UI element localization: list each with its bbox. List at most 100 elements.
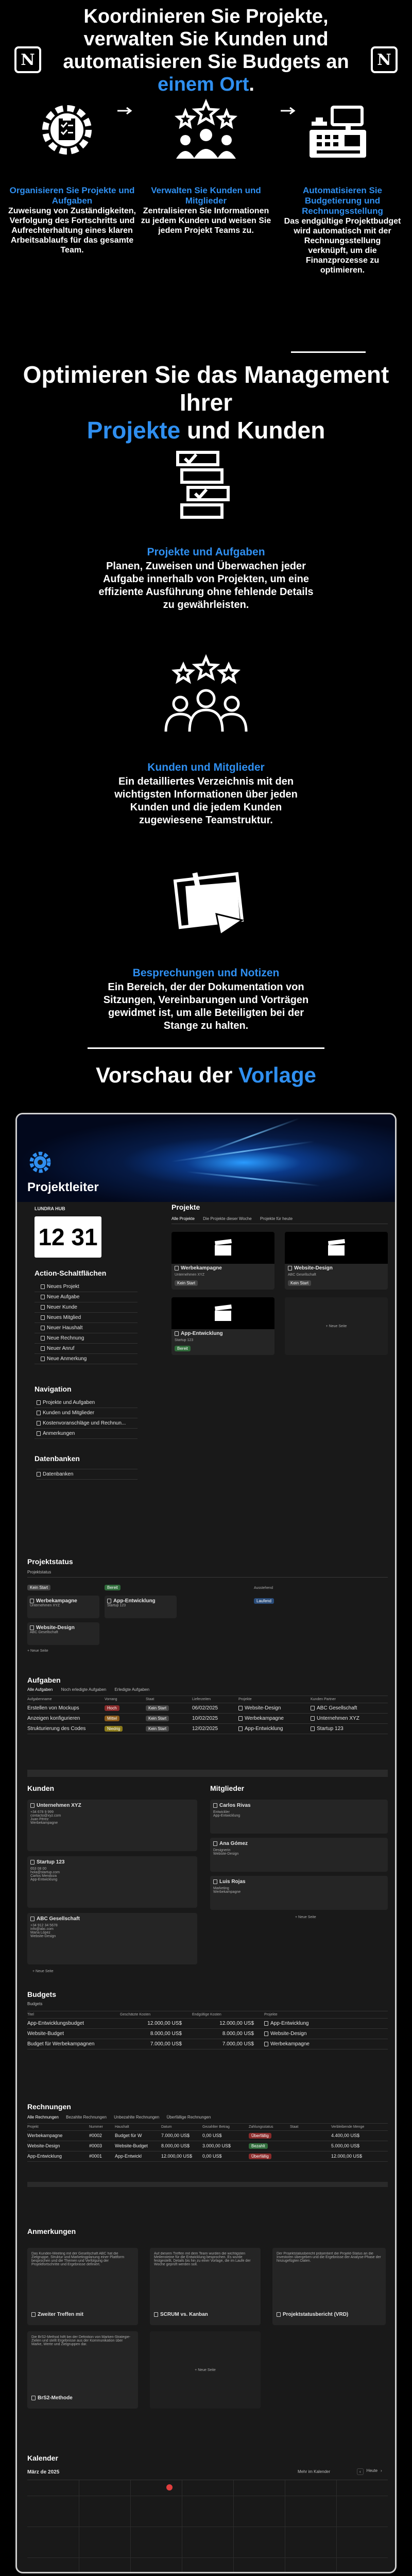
invoice-project: Website-Design [27,2143,60,2148]
status-card-client: ABC Gesellschaft [30,1631,58,1634]
tab-all-invoices[interactable]: Alle Rechnungen [27,2115,59,2120]
feature-budget: Automatisieren Sie Budgetierung und Rech… [283,185,402,275]
calendar-title: Kalender [27,2454,58,2462]
budgets-view-tab[interactable]: Budgets [27,2002,42,2006]
note-card[interactable]: Der Projektstatusbericht präsentiert die… [272,2248,386,2325]
status-column-label: Laufend [254,1598,274,1604]
quick-action-button[interactable]: Neues Mitglied [47,1315,81,1320]
priority-badge: Niedrig [105,1726,123,1732]
page-icon [37,1431,41,1436]
note-card[interactable]: Die BrS2-Method hilft bei der Definition… [27,2331,138,2409]
databases-title: Datenbanken [35,1454,80,1463]
status-card[interactable]: App-Entwicklung [113,1598,156,1604]
databases-link[interactable]: Datenbanken [37,1469,138,1480]
status-card[interactable]: Website-Design [36,1625,75,1631]
block-title: Besprechungen und Notizen [132,967,280,979]
quick-action-button[interactable]: Neuer Haushalt [47,1325,82,1331]
member-card[interactable]: Carlos Rivas Entwickler App-Entwicklung [210,1800,388,1834]
table-row[interactable]: Website-Design #0003 Website-Budget 8.00… [27,2141,388,2151]
navigation-link[interactable]: Anmerkungen [43,1431,75,1436]
quick-action-button[interactable]: Neue Aufgabe [47,1294,79,1300]
tab-done-tasks[interactable]: Erledigte Aufgaben [114,1687,149,1692]
project-card[interactable]: App-Entwicklung Startup 123 Bereit [171,1297,274,1355]
tab-all-tasks[interactable]: Alle Aufgaben [27,1687,53,1692]
new-page-button[interactable]: + Neue Seite [150,2331,261,2409]
navigation-link[interactable]: Projekte und Aufgaben [43,1400,95,1405]
client-phone: +34 678 9 999 [30,1810,54,1814]
scrollbar[interactable] [27,1770,388,1777]
tab-all-projects[interactable]: Alle Projekte [171,1216,195,1221]
tab-unpaid-invoices[interactable]: Unbezahlte Rechnungen [114,2115,159,2120]
today-button[interactable]: Heute [367,2468,377,2475]
status-view-tab[interactable]: Projektstatus [27,1570,51,1574]
client-card[interactable]: Startup 123 653 08 00 hola@startup.com C… [27,1856,197,1908]
page-icon [311,1716,315,1721]
client-contact: Carlos Mendoza [30,1874,57,1878]
payment-status-badge: Überfällig [249,2133,271,2139]
note-title: BrS2-Methode [38,2395,73,2401]
calendar-more-button[interactable]: Mehr im Kalender [298,2469,330,2474]
budget-estimated: 12.000,00 US$ [147,2021,182,2026]
table-row[interactable]: App-Entwicklung #0001 App-Entwickl 12.00… [27,2151,388,2162]
chevron-right-icon[interactable]: › [381,2468,382,2475]
tab-open-tasks[interactable]: Noch erledigte Aufgaben [61,1687,107,1692]
invoice-amount: 12.000,00 US$ [161,2154,193,2159]
member-card[interactable]: Ana Gómez Designerin Website-Design [210,1838,388,1872]
quick-action-button[interactable]: Neue Anmerkung [47,1356,87,1362]
feature-desc: Das endgültige Projektbudget wird automa… [284,217,401,275]
page-icon [277,2312,281,2317]
tab-overdue-invoices[interactable]: Überfällige Rechnungen [166,2115,211,2120]
column-header: Gezahlter Betrag [202,2125,230,2129]
note-preview: Das Kunden-Meeting mit der Gesellschaft … [31,2252,125,2266]
client-name: Unternehmen XYZ [37,1803,81,1808]
table-row[interactable]: Budget für Werbekampagnen 7.000,00 US$ 7… [27,2039,388,2049]
client-contact: Juan Pérez [30,1818,49,1821]
client-card[interactable]: ABC Gesellschaft +34 912 34 5678 info@ab… [27,1913,197,1964]
project-card[interactable]: Website-Design ABC Gesellschaft Kein Sta… [285,1232,388,1290]
project-card-name: App-Entwicklung [181,1331,223,1336]
project-card[interactable]: Werbekampagne Unternehmen XYZ Kein Start [171,1232,274,1290]
tab-today-projects[interactable]: Projekte für heute [260,1216,293,1221]
client-card[interactable]: Unternehmen XYZ +34 678 9 999 contacto@x… [27,1800,197,1851]
column-header: Geschätzte Kosten [120,2013,151,2016]
budget-final: 12.000,00 US$ [219,2021,254,2026]
table-row[interactable]: Website-Budget 8.000,00 US$ 8.000,00 US$… [27,2029,388,2039]
page-icon [238,1726,243,1731]
invoice-remaining: 4.400,00 US$ [331,2133,360,2138]
navigation-link[interactable]: Kostenvoranschläge und Rechnun... [43,1420,126,1426]
member-card[interactable]: Luis Rojas Marketing Werbekampagne [210,1876,388,1910]
column-header: Endgültige Kosten [192,2013,221,2016]
new-page-button[interactable]: + Neue Seite [295,1916,316,1919]
status-card[interactable]: Werbekampagne [36,1598,77,1604]
navigation-link[interactable]: Kunden und Mitglieder [43,1410,94,1416]
table-row[interactable]: Erstellen von Mockups Hoch Kein Start 06… [27,1703,388,1714]
quick-action-button[interactable]: Neuer Kunde [47,1304,77,1310]
table-row[interactable]: Werbekampagne #0002 Budget für W 7.000,0… [27,2131,388,2141]
note-card[interactable]: Auf diesem Treffen mit dem Team wurden d… [150,2248,261,2325]
scrollbar[interactable] [27,2182,388,2187]
hero-title-line1: Koordinieren Sie Projekte, [83,6,329,27]
status-column: Ausstehend [254,1582,316,1591]
tab-paid-invoices[interactable]: Bezahlte Rechnungen [66,2115,107,2120]
table-row[interactable]: Anzeigen konfigurieren Mittel Kein Start… [27,1714,388,1724]
quick-action-button[interactable]: Neue Rechnung [47,1335,84,1341]
new-page-button[interactable]: + Neue Seite [27,1649,99,1653]
notes-icon [173,872,244,936]
note-card[interactable]: Das Kunden-Meeting mit der Gesellschaft … [27,2248,138,2325]
page-icon [107,1598,111,1603]
chevron-left-icon[interactable]: ‹ [357,2468,364,2475]
budget-title: App-Entwicklungsbudget [27,2021,84,2026]
quick-action-button[interactable]: Neues Projekt [47,1284,79,1290]
member-name: Ana Gómez [219,1841,248,1846]
new-page-button[interactable]: + Neue Seite [285,1297,388,1355]
new-page-button[interactable]: + Neue Seite [32,1970,54,1973]
table-row[interactable]: Strukturierung des Codes Niedrig Kein St… [27,1724,388,1734]
page-icon [175,1265,179,1270]
invoice-remaining: 5.000,00 US$ [331,2143,360,2148]
cash-register-icon [310,106,366,158]
project-card-name: Werbekampagne [181,1265,222,1271]
tab-week-projects[interactable]: Die Projekte dieser Woche [203,1216,252,1221]
quick-action-button[interactable]: Neuer Anruf [47,1346,74,1351]
task-name: Strukturierung des Codes [27,1726,86,1732]
table-row[interactable]: App-Entwicklungsbudget 12.000,00 US$ 12.… [27,2019,388,2029]
